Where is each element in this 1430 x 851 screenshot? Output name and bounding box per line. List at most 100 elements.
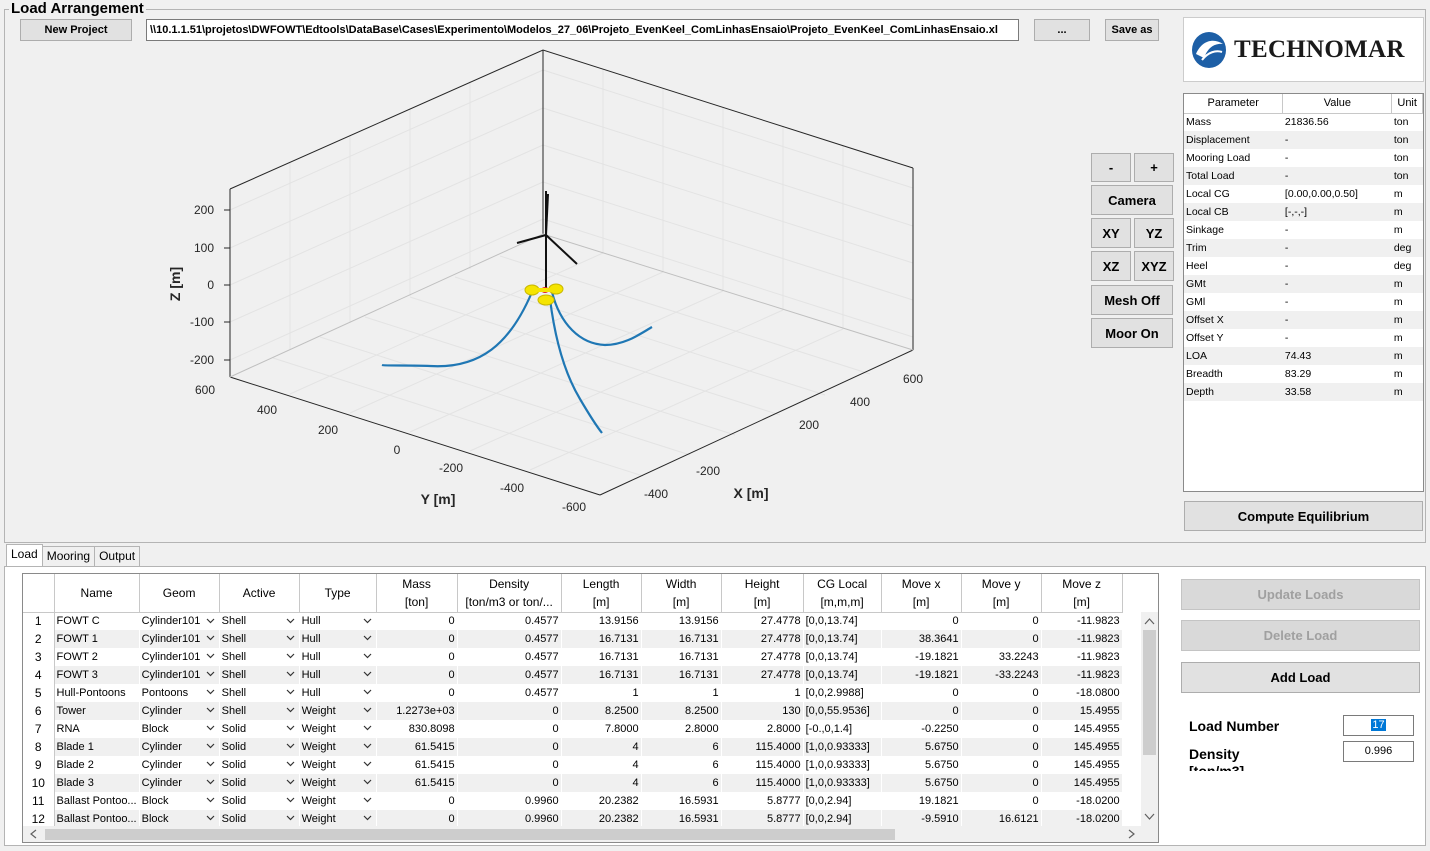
column-header[interactable]: Move z [m] <box>1041 574 1123 613</box>
move-z-cell[interactable]: 145.4955 <box>1041 774 1123 792</box>
length-cell[interactable]: 16.7131 <box>561 630 642 648</box>
cg-local-cell[interactable]: [0,0,13.74] <box>803 612 882 630</box>
cg-local-cell[interactable]: [-0.,0,1.4] <box>803 720 882 738</box>
active-cell[interactable]: Solid <box>219 738 300 756</box>
height-cell[interactable]: 115.4000 <box>721 756 804 774</box>
table-row[interactable]: 3 FOWT 2 Cylinder101 Shell Hull 0 0.4577 16.713… <box>23 648 1123 666</box>
width-cell[interactable]: 1 <box>641 684 722 702</box>
horizontal-scroll-thumb[interactable] <box>45 829 895 840</box>
cg-local-cell[interactable]: [1,0,0.93333] <box>803 774 882 792</box>
active-cell[interactable]: Solid <box>219 792 300 810</box>
name-cell[interactable]: Ballast Pontoo... <box>54 792 140 810</box>
geom-cell[interactable]: Cylinder101 <box>139 666 220 684</box>
name-cell[interactable]: FOWT C <box>54 612 140 630</box>
name-cell[interactable]: Blade 2 <box>54 756 140 774</box>
column-header[interactable]: Height [m] <box>721 574 804 613</box>
height-cell[interactable]: 2.8000 <box>721 720 804 738</box>
type-cell[interactable]: Hull <box>299 630 377 648</box>
move-z-cell[interactable]: -18.0200 <box>1041 792 1123 810</box>
active-cell[interactable]: Shell <box>219 612 300 630</box>
mass-cell[interactable]: 830.8098 <box>376 720 458 738</box>
cg-local-cell[interactable]: [0,0,13.74] <box>803 630 882 648</box>
mooring-toggle-button[interactable]: Moor On <box>1091 318 1173 348</box>
cg-local-cell[interactable]: [0,0,2.94] <box>803 792 882 810</box>
project-path-field[interactable]: \\10.1.1.51\projetos\DWFOWT\Edtools\Data… <box>146 19 1019 41</box>
name-cell[interactable]: FOWT 1 <box>54 630 140 648</box>
parameter-row[interactable]: Mooring Load - ton <box>1184 149 1423 167</box>
cg-local-cell[interactable]: [0,0,13.74] <box>803 648 882 666</box>
geom-cell[interactable]: Pontoons <box>139 684 220 702</box>
mass-cell[interactable]: 0 <box>376 666 458 684</box>
move-y-cell[interactable]: 0 <box>961 684 1042 702</box>
column-header[interactable]: Type <box>299 574 377 613</box>
move-y-cell[interactable]: 0 <box>961 612 1042 630</box>
length-cell[interactable]: 16.7131 <box>561 666 642 684</box>
column-header[interactable]: Width [m] <box>641 574 722 613</box>
column-header[interactable]: CG Local [m,m,m] <box>803 574 882 613</box>
parameter-row[interactable]: GMt - m <box>1184 275 1423 293</box>
move-y-cell[interactable]: 0 <box>961 720 1042 738</box>
active-cell[interactable]: Solid <box>219 774 300 792</box>
table-row[interactable]: 8 Blade 1 Cylinder Solid Weight 61.5415 0 4 6 115… <box>23 738 1123 756</box>
mass-cell[interactable]: 61.5415 <box>376 756 458 774</box>
update-loads-button[interactable]: Update Loads <box>1181 579 1420 610</box>
move-x-cell[interactable]: 0 <box>881 684 962 702</box>
density-cell[interactable]: 0.4577 <box>457 630 562 648</box>
move-y-cell[interactable]: -33.2243 <box>961 666 1042 684</box>
parameter-row[interactable]: Sinkage - m <box>1184 221 1423 239</box>
parameter-row[interactable]: Local CB [-,-,-] m <box>1184 203 1423 221</box>
width-cell[interactable]: 6 <box>641 756 722 774</box>
column-header[interactable]: Active <box>219 574 300 613</box>
width-cell[interactable]: 16.5931 <box>641 792 722 810</box>
column-header[interactable]: Density [ton/m3 or ton/... <box>457 574 562 613</box>
active-cell[interactable]: Shell <box>219 630 300 648</box>
move-z-cell[interactable]: 145.4955 <box>1041 738 1123 756</box>
width-cell[interactable]: 16.7131 <box>641 630 722 648</box>
column-header[interactable]: Mass [ton] <box>376 574 458 613</box>
parameter-row[interactable]: Mass 21836.56 ton <box>1184 113 1423 131</box>
mass-cell[interactable]: 0 <box>376 630 458 648</box>
type-cell[interactable]: Weight <box>299 774 377 792</box>
add-load-button[interactable]: Add Load <box>1181 662 1420 693</box>
move-z-cell[interactable]: 145.4955 <box>1041 720 1123 738</box>
cg-local-cell[interactable]: [1,0,0.93333] <box>803 756 882 774</box>
3d-plot[interactable]: 200 100 0 -100 -200 600 400 200 0 -200 -… <box>160 44 940 524</box>
length-cell[interactable]: 20.2382 <box>561 792 642 810</box>
height-cell[interactable]: 1 <box>721 684 804 702</box>
height-cell[interactable]: 130 <box>721 702 804 720</box>
height-cell[interactable]: 27.4778 <box>721 630 804 648</box>
parameter-row[interactable]: LOA 74.43 m <box>1184 347 1423 365</box>
geom-cell[interactable]: Cylinder <box>139 702 220 720</box>
mesh-toggle-button[interactable]: Mesh Off <box>1091 285 1173 315</box>
name-cell[interactable]: Hull-Pontoons <box>54 684 140 702</box>
move-y-cell[interactable]: 33.2243 <box>961 648 1042 666</box>
parameter-row[interactable]: Heel - deg <box>1184 257 1423 275</box>
move-z-cell[interactable]: -18.0800 <box>1041 684 1123 702</box>
width-cell[interactable]: 8.2500 <box>641 702 722 720</box>
move-x-cell[interactable]: -19.1821 <box>881 648 962 666</box>
move-z-cell[interactable]: -11.9823 <box>1041 648 1123 666</box>
move-y-cell[interactable]: 0 <box>961 630 1042 648</box>
length-cell[interactable]: 13.9156 <box>561 612 642 630</box>
parameter-row[interactable]: Trim - deg <box>1184 239 1423 257</box>
table-row[interactable]: 11 Ballast Pontoo... Block Solid Weight 0 0.99… <box>23 792 1123 810</box>
type-cell[interactable]: Weight <box>299 720 377 738</box>
browse-button[interactable]: ... <box>1034 19 1090 41</box>
cg-local-cell[interactable]: [1,0,0.93333] <box>803 738 882 756</box>
move-y-cell[interactable]: 0 <box>961 756 1042 774</box>
move-x-cell[interactable]: 0 <box>881 702 962 720</box>
type-cell[interactable]: Weight <box>299 756 377 774</box>
name-cell[interactable]: Blade 3 <box>54 774 140 792</box>
mass-cell[interactable]: 0 <box>376 684 458 702</box>
table-row[interactable]: 6 Tower Cylinder Shell Weight 1.2273e+03 0 8.25… <box>23 702 1123 720</box>
active-cell[interactable]: Shell <box>219 666 300 684</box>
active-cell[interactable]: Solid <box>219 720 300 738</box>
view-xy-button[interactable]: XY <box>1091 218 1131 248</box>
geom-cell[interactable]: Cylinder101 <box>139 612 220 630</box>
column-header[interactable]: Move y [m] <box>961 574 1042 613</box>
move-z-cell[interactable]: -11.9823 <box>1041 666 1123 684</box>
active-cell[interactable]: Shell <box>219 648 300 666</box>
parameter-row[interactable]: GMl - m <box>1184 293 1423 311</box>
parameter-row[interactable]: Offset Y-m <box>1184 329 1423 347</box>
parameter-table[interactable]: Parameter Value Unit Mass 21836.56 ton Disp… <box>1183 93 1424 492</box>
